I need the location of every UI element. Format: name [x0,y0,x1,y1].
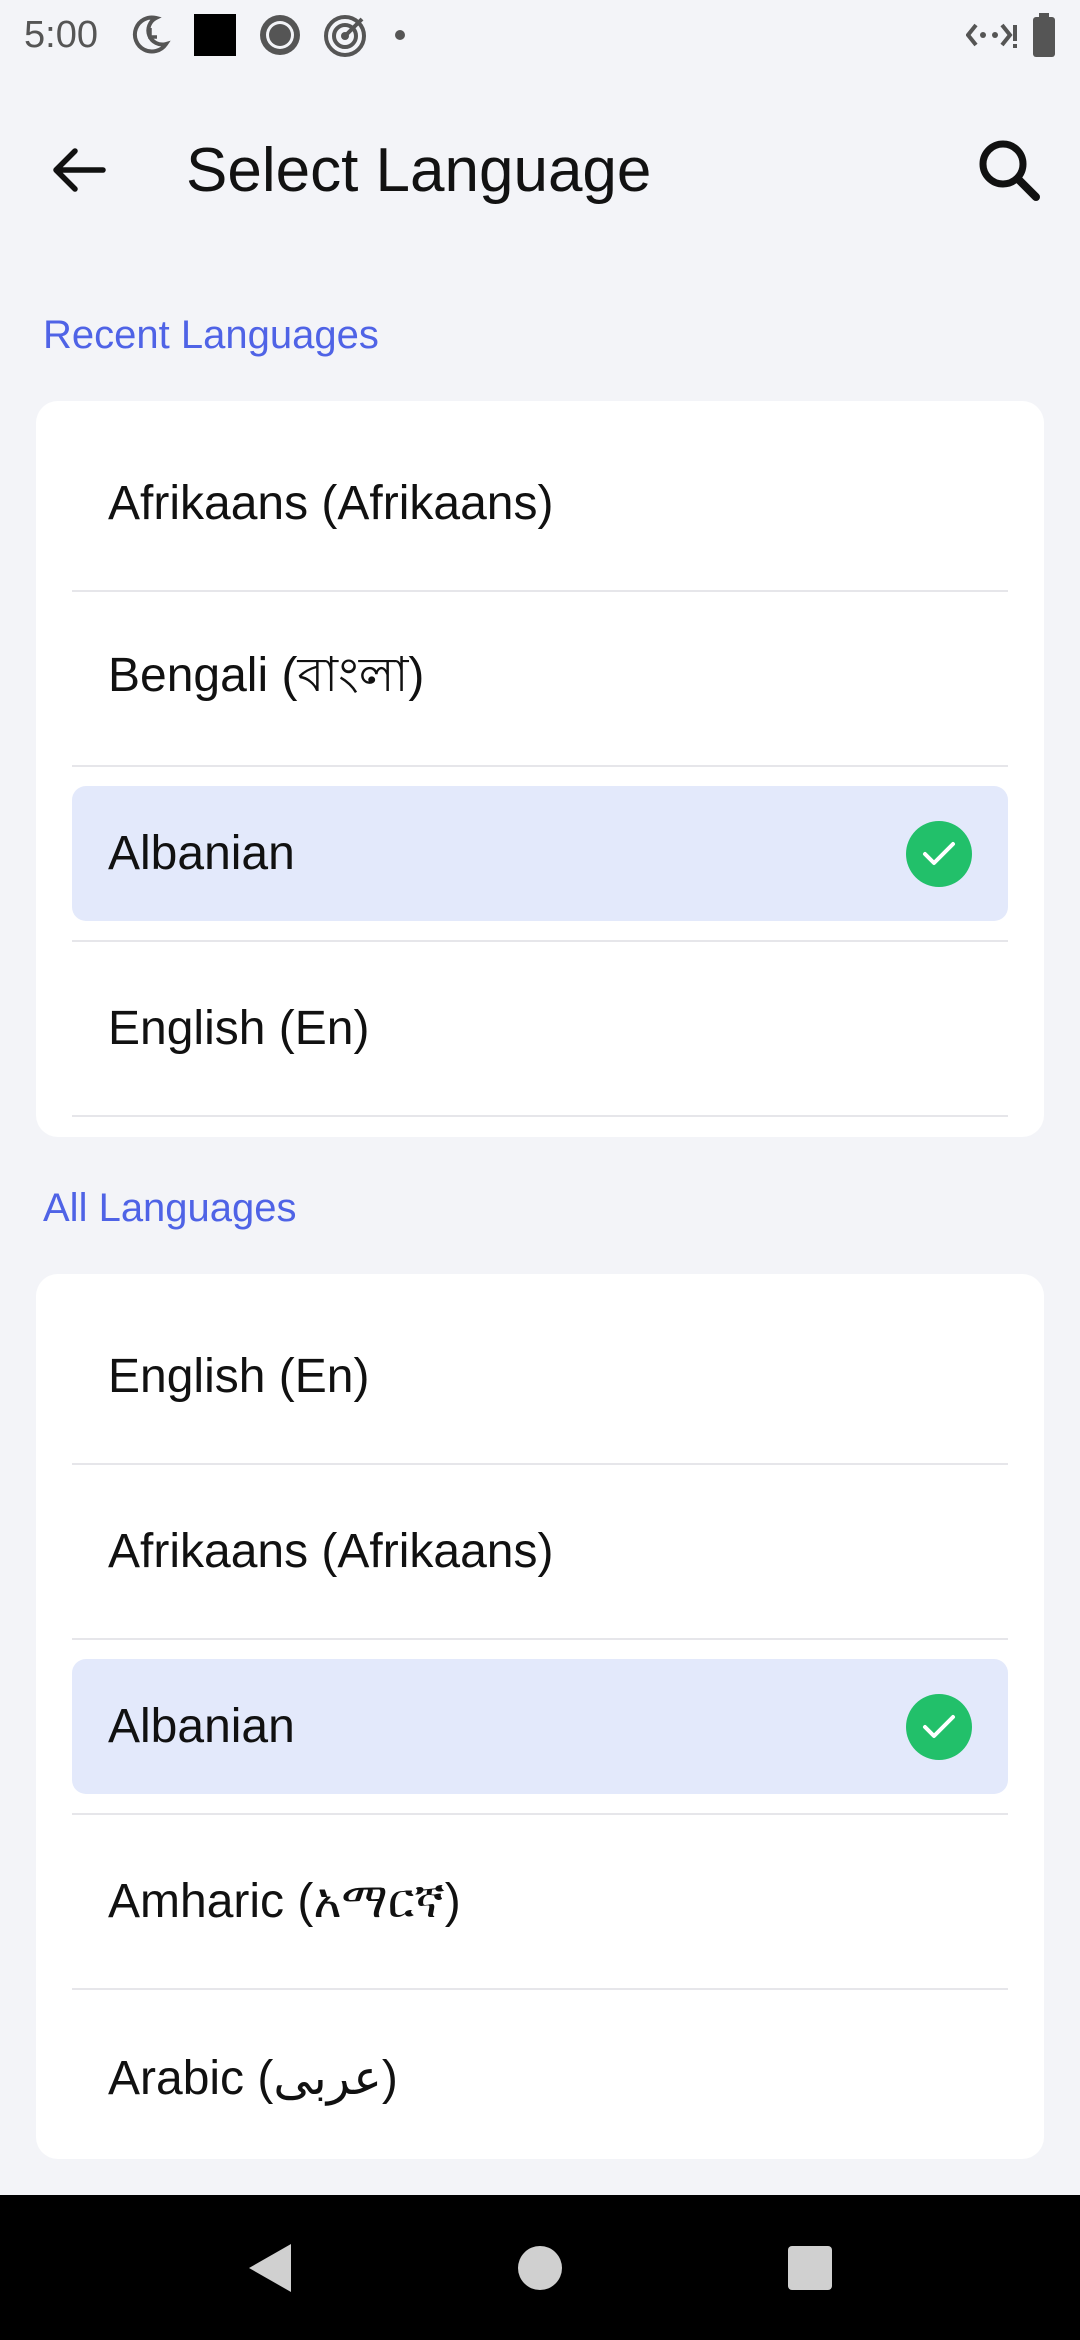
status-system-icons [966,13,1056,57]
language-item-english[interactable]: English (En) [72,1274,1008,1465]
arrow-left-icon [53,148,106,192]
code-signal-icon [966,17,1018,53]
recent-languages-heading: Recent Languages [43,313,379,357]
record-icon [258,13,302,57]
language-item-amharic[interactable]: Amharic (አማርኛ) [72,1815,1008,1990]
language-label: Arabic (عربى) [108,2051,398,2105]
app-bar: Select Language [0,70,1080,270]
recents-square-icon [788,2245,832,2290]
language-label: English (En) [108,1002,370,1055]
dot-icon [390,25,410,45]
language-label: Albanian [108,1700,295,1753]
check-circle-icon [906,1693,972,1760]
nav-home-button[interactable] [510,2238,570,2298]
language-label: Bengali (বাংলা) [108,649,425,702]
status-notification-icons [126,11,410,59]
target-icon [322,11,370,59]
language-item-albanian[interactable]: Albanian [72,1640,1008,1815]
language-label: Albanian [108,827,295,880]
back-triangle-icon [249,2243,291,2292]
language-label: English (En) [108,1350,370,1403]
moon-clock-icon [126,12,172,58]
battery-icon [1032,13,1056,57]
check-circle-icon [906,820,972,887]
search-button[interactable] [964,125,1054,215]
recent-language-item-english[interactable]: English (En) [72,942,1008,1117]
language-label: Afrikaans (Afrikaans) [108,1525,554,1578]
nav-recents-button[interactable] [780,2238,840,2298]
recent-language-item-afrikaans[interactable]: Afrikaans (Afrikaans) [72,401,1008,592]
black-square-icon [192,12,238,58]
language-item-arabic[interactable]: Arabic (عربى) [72,1990,1008,2165]
all-languages-list: English (En) Afrikaans (Afrikaans) Alban… [36,1274,1044,2159]
recent-language-item-albanian[interactable]: Albanian [72,767,1008,942]
search-icon [979,140,1040,201]
language-item-afrikaans[interactable]: Afrikaans (Afrikaans) [72,1465,1008,1640]
status-time: 5:00 [24,13,98,56]
language-label: Amharic (አማርኛ) [108,1874,461,1928]
language-label: Afrikaans (Afrikaans) [108,477,554,530]
recent-languages-list: Afrikaans (Afrikaans) Bengali (বাংলা) Al… [36,401,1044,1137]
status-bar: 5:00 [0,0,1080,70]
home-circle-icon [518,2245,562,2290]
recent-language-item-bengali[interactable]: Bengali (বাংলা) [72,592,1008,767]
page-title: Select Language [186,135,652,205]
back-button[interactable] [34,125,124,215]
nav-back-button[interactable] [240,2238,300,2298]
system-nav-bar [0,2195,1080,2340]
all-languages-heading: All Languages [43,1186,297,1230]
